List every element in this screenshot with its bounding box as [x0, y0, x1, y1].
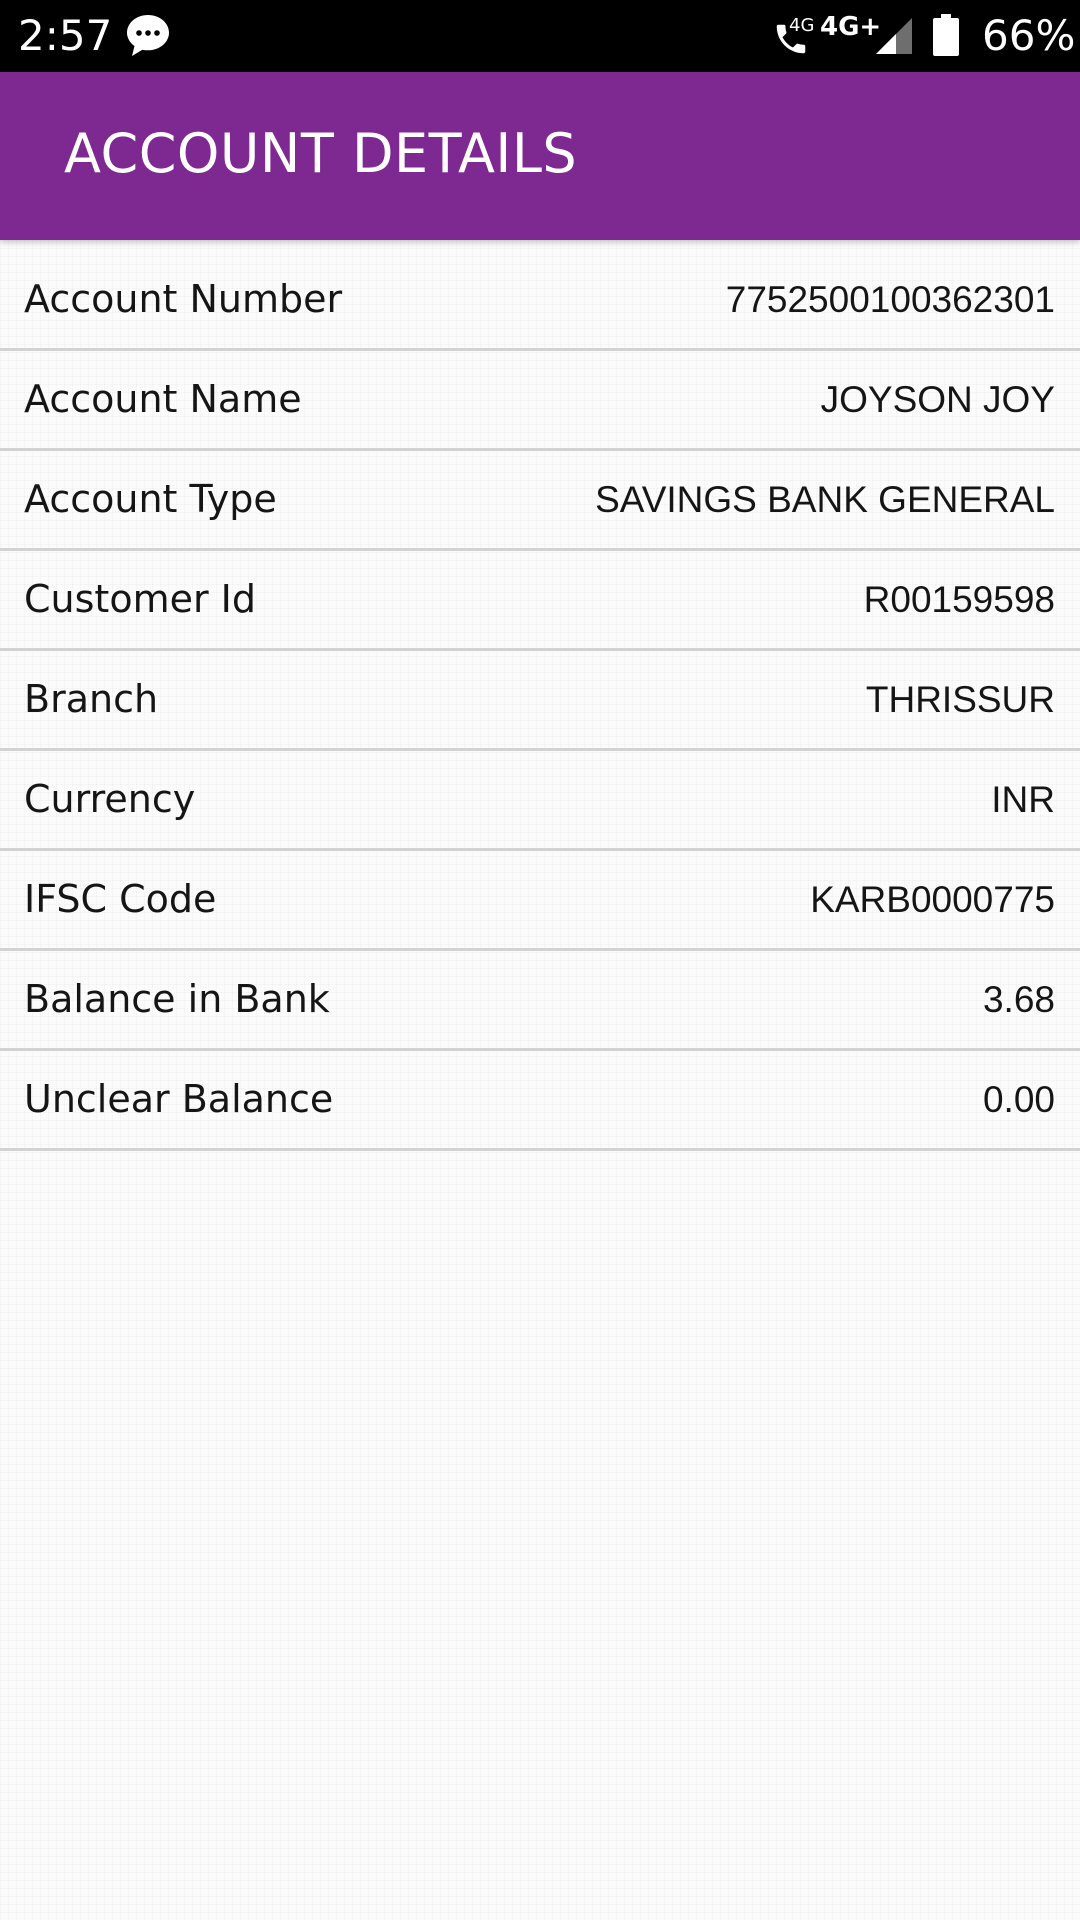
detail-value: 7752500100362301 [725, 279, 1055, 320]
detail-row-account-type: Account Type SAVINGS BANK GENERAL [0, 451, 1080, 551]
detail-row-customer-id: Customer Id R00159598 [0, 551, 1080, 651]
detail-label: Account Type [24, 477, 277, 521]
app-bar: ACCOUNT DETAILS [0, 72, 1080, 240]
detail-label: Account Number [24, 277, 343, 321]
battery-percent: 66% [982, 11, 1076, 60]
network-type: 4G+ [820, 12, 882, 42]
detail-label: Unclear Balance [24, 1077, 334, 1121]
detail-value: THRISSUR [865, 679, 1055, 720]
signal-icon [876, 18, 912, 54]
detail-label: IFSC Code [24, 877, 217, 921]
detail-value: SAVINGS BANK GENERAL [595, 479, 1055, 520]
detail-value: R00159598 [863, 579, 1055, 620]
detail-label: Currency [24, 777, 196, 821]
detail-row-branch: Branch THRISSUR [0, 651, 1080, 751]
detail-row-balance-in-bank: Balance in Bank 3.68 [0, 951, 1080, 1051]
detail-row-ifsc-code: IFSC Code KARB0000775 [0, 851, 1080, 951]
detail-label: Branch [24, 677, 159, 721]
message-icon [127, 15, 169, 56]
detail-row-account-number: Account Number 7752500100362301 [0, 251, 1080, 351]
detail-value: 3.68 [982, 979, 1055, 1020]
detail-label: Customer Id [24, 577, 256, 621]
detail-value: INR [991, 779, 1055, 820]
detail-value: JOYSON JOY [820, 379, 1055, 420]
detail-label: Account Name [24, 377, 302, 421]
detail-row-account-name: Account Name JOYSON JOY [0, 351, 1080, 451]
page-title: ACCOUNT DETAILS [64, 122, 578, 185]
detail-row-unclear-balance: Unclear Balance 0.00 [0, 1051, 1080, 1151]
call-network-label: 4G [789, 15, 815, 36]
detail-value: KARB0000775 [810, 879, 1055, 920]
detail-label: Balance in Bank [24, 977, 330, 1021]
account-details-list: Account Number 7752500100362301 Account … [0, 251, 1080, 1151]
battery-icon [933, 14, 959, 56]
status-time: 2:57 [18, 11, 113, 60]
detail-row-currency: Currency INR [0, 751, 1080, 851]
status-bar: 2:57 4G 4G+ 66% [0, 0, 1080, 72]
detail-value: 0.00 [982, 1079, 1055, 1120]
